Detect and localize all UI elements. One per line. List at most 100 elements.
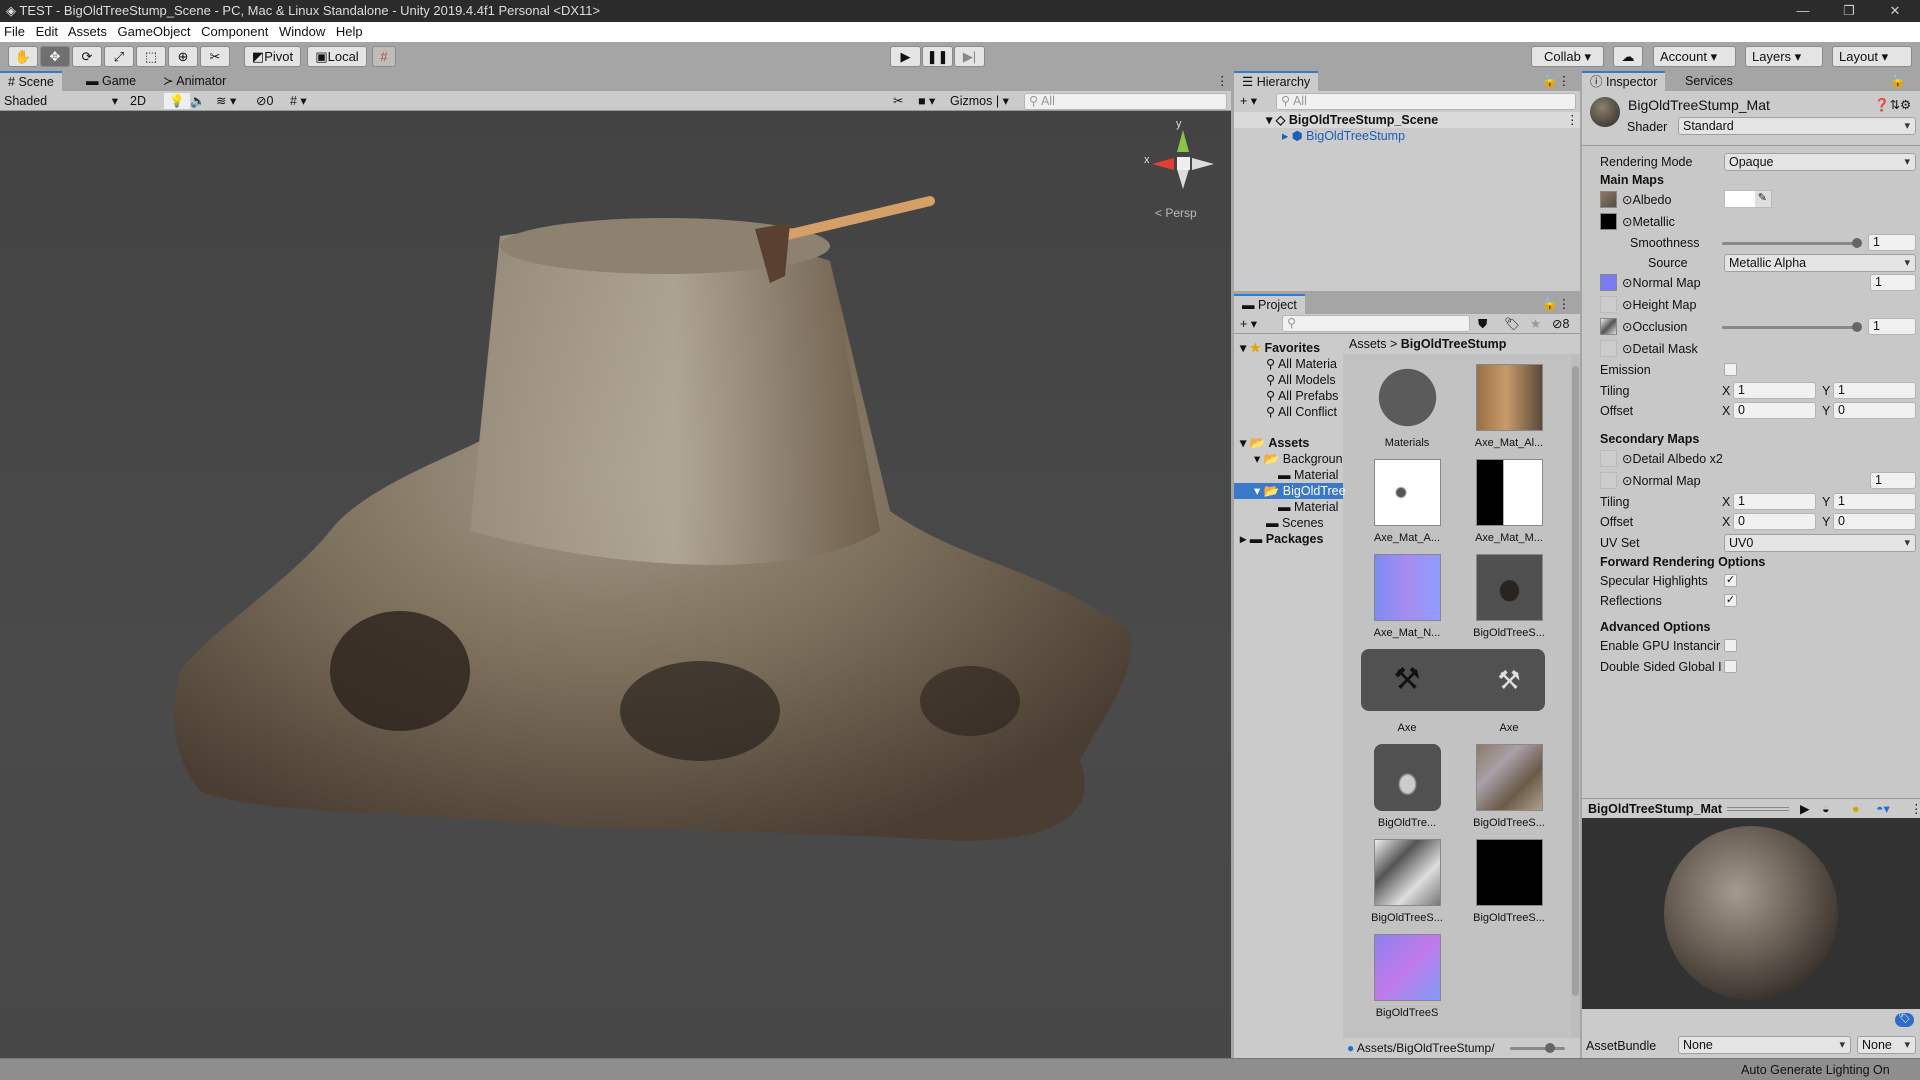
- occlusion-slot[interactable]: [1600, 318, 1617, 335]
- normal-scale-input[interactable]: 1: [1870, 274, 1916, 291]
- fav-all-models[interactable]: ⚲ All Models: [1266, 372, 1336, 388]
- menu-assets[interactable]: Assets: [68, 24, 107, 39]
- 2d-toggle[interactable]: 2D: [130, 93, 146, 109]
- asset-bigoldtreestump-ao[interactable]: BigOldTreeS...: [1357, 839, 1457, 924]
- neg-y-axis-cone[interactable]: [1177, 169, 1189, 189]
- preview-menu-icon[interactable]: ⋮: [1910, 801, 1920, 817]
- fav-all-conflicts[interactable]: ⚲ All Conflict: [1266, 404, 1337, 420]
- favorite-icon[interactable]: ★: [1530, 316, 1541, 332]
- tiling2-y-input[interactable]: 1: [1833, 493, 1916, 510]
- occlusion-input[interactable]: 1: [1868, 318, 1916, 335]
- menu-file[interactable]: File: [4, 24, 25, 39]
- menu-component[interactable]: Component: [201, 24, 268, 39]
- camera-icon[interactable]: ■ ▾: [918, 93, 935, 109]
- scene-viewport[interactable]: y x < Persp: [0, 111, 1231, 1058]
- preview-play-icon[interactable]: ▶: [1800, 801, 1810, 817]
- tab-animator[interactable]: ≻ Animator: [155, 71, 234, 91]
- y-axis-cone[interactable]: [1177, 130, 1189, 152]
- asset-bigoldtreestump-normal[interactable]: BigOldTreeS: [1357, 934, 1457, 1019]
- tab-inspector[interactable]: ⓘ Inspector: [1582, 71, 1666, 91]
- asset-bigoldtreestump-prefab[interactable]: BigOldTreeS...: [1459, 554, 1559, 639]
- asset-axe-model[interactable]: ⚒ Axe: [1357, 649, 1457, 734]
- asset-axe-albedo[interactable]: Axe_Mat_Al...: [1459, 364, 1559, 449]
- tree-scenes[interactable]: ▬ Scenes: [1266, 515, 1324, 531]
- minimize-button[interactable]: —: [1780, 0, 1826, 22]
- albedo-texture-slot[interactable]: [1600, 191, 1617, 208]
- hidden-packages-toggle[interactable]: ⊘8: [1552, 316, 1569, 332]
- tab-services[interactable]: Services: [1677, 71, 1741, 91]
- inspector-lock-icon[interactable]: 🔓⋮: [1882, 71, 1920, 108]
- assetbundle-dropdown[interactable]: None: [1678, 1036, 1851, 1054]
- move-tool-icon[interactable]: ✥: [40, 46, 70, 67]
- orientation-gizmo[interactable]: y x < Persp: [1140, 116, 1220, 220]
- gpu-instancing-checkbox[interactable]: [1724, 639, 1737, 652]
- filter-type-icon[interactable]: ⛊: [1478, 316, 1487, 332]
- preview-mesh-icon[interactable]: ◒: [1822, 801, 1830, 817]
- shader-dropdown[interactable]: Standard: [1678, 117, 1916, 135]
- local-toggle[interactable]: ▣Local: [307, 46, 367, 67]
- breadcrumb-bigoldtreestump[interactable]: BigOldTreeStump: [1401, 337, 1507, 351]
- lighting-toggle-icon[interactable]: 💡: [164, 93, 190, 109]
- asset-bigoldtreestump-albedo[interactable]: BigOldTreeS...: [1459, 744, 1559, 829]
- project-create-button[interactable]: + ▾: [1240, 316, 1257, 332]
- detail-normal-slot[interactable]: [1600, 472, 1617, 489]
- asset-axe-metallic[interactable]: Axe_Mat_M...: [1459, 459, 1559, 544]
- tiling2-x-input[interactable]: 1: [1733, 493, 1816, 510]
- albedo-color-field[interactable]: ✎: [1724, 190, 1772, 208]
- project-search-input[interactable]: ⚲: [1282, 315, 1470, 332]
- scale-tool-icon[interactable]: ⤢: [104, 46, 134, 67]
- project-lock-icon[interactable]: 🔓⋮: [1534, 294, 1578, 314]
- tiling-y-input[interactable]: 1: [1833, 382, 1916, 399]
- source-dropdown[interactable]: Metallic Alpha: [1724, 254, 1916, 272]
- tree-packages[interactable]: ▸ ▬ Packages: [1240, 531, 1323, 547]
- perspective-label[interactable]: < Persp: [1155, 205, 1197, 221]
- menu-window[interactable]: Window: [279, 24, 325, 39]
- rotate-tool-icon[interactable]: ⟳: [72, 46, 102, 67]
- rect-tool-icon[interactable]: ⬚: [136, 46, 166, 67]
- layers-dropdown[interactable]: Layers ▾: [1745, 46, 1823, 67]
- fav-all-prefabs[interactable]: ⚲ All Prefabs: [1266, 388, 1338, 404]
- grid-toggle-icon[interactable]: # ▾: [290, 93, 307, 109]
- collab-button[interactable]: Collab ▾: [1531, 46, 1604, 67]
- occlusion-slider[interactable]: [1722, 322, 1862, 332]
- asset-axe-normal[interactable]: Axe_Mat_N...: [1357, 554, 1457, 639]
- asset-materials-folder[interactable]: Materials: [1357, 364, 1457, 449]
- layout-dropdown[interactable]: Layout ▾: [1832, 46, 1912, 67]
- scene-search-input[interactable]: ⚲ All: [1024, 93, 1227, 110]
- preview-background-icon[interactable]: ◓▾: [1876, 801, 1890, 817]
- height-map-slot[interactable]: [1600, 296, 1617, 313]
- icon-size-slider[interactable]: [1510, 1043, 1565, 1053]
- asset-grid-scrollbar[interactable]: [1571, 354, 1580, 1038]
- help-icon[interactable]: ❓⇅⚙: [1874, 97, 1911, 113]
- offset2-y-input[interactable]: 0: [1833, 513, 1916, 530]
- tab-scene[interactable]: # Scene: [0, 71, 62, 91]
- reflections-checkbox[interactable]: ✓: [1724, 594, 1737, 607]
- asset-bigoldtreestump-metallic[interactable]: BigOldTreeS...: [1459, 839, 1559, 924]
- metallic-texture-slot[interactable]: [1600, 213, 1617, 230]
- pause-button[interactable]: ❚❚: [922, 46, 953, 67]
- more-menu-icon[interactable]: ⋮: [1208, 71, 1237, 91]
- hierarchy-item-bigoldtreestump[interactable]: ▸ ⬢ BigOldTreeStump: [1282, 128, 1405, 144]
- detail-albedo-slot[interactable]: [1600, 450, 1617, 467]
- gizmos-dropdown[interactable]: Gizmos | ▾: [950, 93, 1009, 109]
- gizmo-center[interactable]: [1177, 157, 1190, 170]
- lock-icon[interactable]: 🔓⋮: [1534, 71, 1578, 91]
- audio-toggle-icon[interactable]: 🔈: [190, 93, 206, 109]
- smoothness-input[interactable]: 1: [1868, 234, 1916, 251]
- hidden-objects-toggle[interactable]: ⊘0: [256, 93, 273, 109]
- asset-axe-ao[interactable]: Axe_Mat_A...: [1357, 459, 1457, 544]
- scene-menu-icon[interactable]: ⋮: [1566, 112, 1579, 128]
- scene-row[interactable]: ▾ ◇ BigOldTreeStump_Scene ⋮: [1234, 112, 1580, 128]
- filter-label-icon[interactable]: 🏷: [1504, 316, 1520, 332]
- uv-set-dropdown[interactable]: UV0: [1724, 534, 1916, 552]
- breadcrumb-assets[interactable]: Assets: [1349, 337, 1387, 351]
- offset-y-input[interactable]: 0: [1833, 402, 1916, 419]
- transform-tool-icon[interactable]: ⊕: [168, 46, 198, 67]
- asset-axe-mesh[interactable]: ⚒ Axe: [1459, 649, 1559, 734]
- hand-tool-icon[interactable]: ✋: [8, 46, 38, 67]
- pivot-toggle[interactable]: ◩Pivot: [244, 46, 301, 67]
- shading-mode-dropdown[interactable]: Shaded ▾: [4, 93, 122, 109]
- tiling-x-input[interactable]: 1: [1733, 382, 1816, 399]
- create-button[interactable]: + ▾: [1240, 93, 1257, 109]
- tab-project[interactable]: ▬ Project: [1234, 294, 1305, 314]
